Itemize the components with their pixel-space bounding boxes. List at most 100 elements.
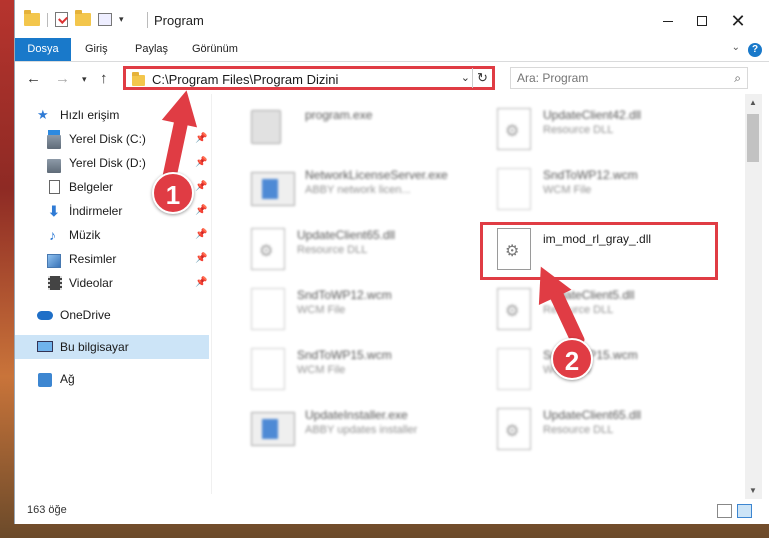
- file-item[interactable]: SndToWP15.wcm WCM File: [491, 342, 721, 398]
- pin-icon: 📌: [195, 157, 208, 168]
- address-path[interactable]: C:\Program Files\Program Dizini: [152, 72, 338, 87]
- status-bar: 163 öğe: [15, 500, 769, 524]
- dll-file-icon: [251, 228, 285, 270]
- nav-item-this-pc[interactable]: Bu bilgisayar: [15, 335, 209, 359]
- nav-item-label: İndirmeler: [69, 204, 123, 218]
- file-item[interactable]: UpdateClient65.dll Resource DLL: [491, 402, 721, 458]
- file-name: UpdateClient65.dll: [543, 408, 642, 422]
- file-description: ABBY network licen...: [305, 184, 411, 196]
- nav-item-label: Bu bilgisayar: [60, 340, 129, 354]
- video-icon: [48, 276, 62, 290]
- nav-item-videos[interactable]: Videolar 📌: [15, 271, 209, 295]
- search-box[interactable]: ⌕: [510, 67, 748, 89]
- file-item[interactable]: UpdateInstaller.exe ABBY updates install…: [245, 402, 475, 458]
- close-icon: ✕: [730, 11, 746, 31]
- nav-item-label: Yerel Disk (C:): [69, 132, 146, 146]
- quick-access-toolbar: ▾: [24, 10, 124, 27]
- file-name: NetworkLicenseServer.exe: [305, 168, 448, 182]
- folder-icon: [132, 72, 145, 86]
- file-item[interactable]: SndToWP12.wcm WCM File: [491, 162, 721, 218]
- highlight-box: [480, 222, 718, 280]
- file-item[interactable]: UpdateClient65.dll Resource DLL: [245, 222, 475, 278]
- file-name: UpdateClient42.dll: [543, 108, 642, 122]
- computer-icon: [37, 341, 53, 352]
- customize-toolbar-dropdown-icon[interactable]: ▾: [119, 14, 124, 25]
- forward-button[interactable]: →: [55, 70, 70, 87]
- address-bar[interactable]: C:\Program Files\Program Dizini ⌄ ↻: [123, 66, 495, 90]
- title-divider: [147, 12, 148, 28]
- chevron-down-icon[interactable]: ⌄: [461, 71, 470, 84]
- back-button[interactable]: ←: [26, 70, 41, 87]
- pin-icon: 📌: [195, 277, 208, 288]
- nav-item-label: Müzik: [69, 228, 101, 242]
- properties-check-icon[interactable]: [55, 12, 68, 27]
- file-item[interactable]: SndToWP12.wcm WCM File: [245, 282, 475, 338]
- recent-locations-icon[interactable]: ▾: [82, 74, 87, 85]
- new-folder-icon[interactable]: [75, 10, 91, 26]
- pane-divider[interactable]: [211, 94, 212, 494]
- file-description: WCM File: [543, 184, 592, 196]
- details-view-icon[interactable]: [717, 504, 732, 518]
- tab-share[interactable]: Paylaş: [135, 38, 168, 61]
- file-list: program.exe UpdateClient42.dll Resource …: [225, 94, 745, 494]
- file-description: ABBY updates installer: [305, 424, 418, 436]
- nav-item-label: Resimler: [69, 252, 117, 266]
- wcm-file-icon: [251, 348, 285, 390]
- file-item[interactable]: SndToWP15.wcm WCM File: [245, 342, 475, 398]
- exe-file-icon: [251, 172, 295, 206]
- file-description: Resource DLL: [297, 244, 368, 256]
- view-properties-icon[interactable]: [98, 13, 112, 26]
- cloud-icon: [37, 311, 53, 320]
- file-item[interactable]: UpdateClient42.dll Resource DLL: [491, 102, 721, 158]
- pin-icon: 📌: [195, 133, 208, 144]
- pin-icon: 📌: [195, 229, 208, 240]
- nav-item-label: OneDrive: [60, 308, 111, 322]
- window-title: Program: [154, 13, 204, 28]
- pictures-icon: [47, 254, 61, 268]
- tab-file[interactable]: Dosya: [15, 38, 71, 61]
- nav-item-network[interactable]: Ağ: [15, 367, 209, 391]
- star-icon: ★: [37, 107, 49, 122]
- large-icons-view-icon[interactable]: [737, 504, 752, 518]
- file-description: Resource DLL: [543, 424, 614, 436]
- file-description: WCM File: [297, 364, 346, 376]
- vertical-scrollbar[interactable]: ▲ ▼: [745, 94, 762, 499]
- tab-view[interactable]: Görünüm: [192, 38, 238, 61]
- navigation-pane: ★ Hızlı erişim Yerel Disk (C:) 📌 Yerel D…: [15, 94, 211, 494]
- exe-file-icon: [251, 110, 281, 144]
- help-icon[interactable]: ?: [748, 43, 762, 57]
- file-item[interactable]: UpdateClient5.dll Resource DLL: [491, 282, 721, 338]
- address-row: ← → ▾ ↑ C:\Program Files\Program Dizini …: [15, 62, 769, 94]
- nav-item-onedrive[interactable]: OneDrive: [15, 303, 209, 327]
- expand-ribbon-icon[interactable]: ⌄: [732, 42, 740, 53]
- tab-home[interactable]: Giriş: [85, 38, 108, 61]
- file-name: SndToWP12.wcm: [297, 288, 392, 302]
- toolbar-divider: [47, 12, 48, 27]
- nav-item-music[interactable]: ♪ Müzik 📌: [15, 223, 209, 247]
- scroll-down-icon[interactable]: ▼: [749, 486, 757, 495]
- network-icon: [38, 373, 52, 387]
- file-description: WCM File: [297, 304, 346, 316]
- file-item[interactable]: NetworkLicenseServer.exe ABBY network li…: [245, 162, 475, 218]
- pin-icon: 📌: [195, 253, 208, 264]
- refresh-icon[interactable]: ↻: [472, 68, 492, 88]
- file-item[interactable]: program.exe: [245, 102, 475, 158]
- file-name: SndToWP15.wcm: [297, 348, 392, 362]
- file-name: SndToWP12.wcm: [543, 168, 638, 182]
- dll-file-icon: [497, 288, 531, 330]
- wcm-file-icon: [497, 168, 531, 210]
- scroll-up-icon[interactable]: ▲: [749, 98, 757, 107]
- ribbon-tabs: Dosya Giriş Paylaş Görünüm ⌄ ?: [15, 38, 769, 62]
- up-button[interactable]: ↑: [100, 70, 108, 87]
- document-icon: [49, 180, 60, 194]
- download-icon: ⬇: [48, 203, 60, 219]
- scrollbar-thumb[interactable]: [747, 114, 759, 162]
- step-badge-2: 2: [551, 338, 593, 380]
- search-input[interactable]: [511, 68, 721, 88]
- close-button[interactable]: ✕: [715, 8, 761, 34]
- file-name: UpdateClient65.dll: [297, 228, 396, 242]
- item-count: 163 öğe: [27, 504, 67, 516]
- folder-icon: [24, 10, 40, 26]
- search-icon[interactable]: ⌕: [734, 71, 741, 86]
- nav-item-pictures[interactable]: Resimler 📌: [15, 247, 209, 271]
